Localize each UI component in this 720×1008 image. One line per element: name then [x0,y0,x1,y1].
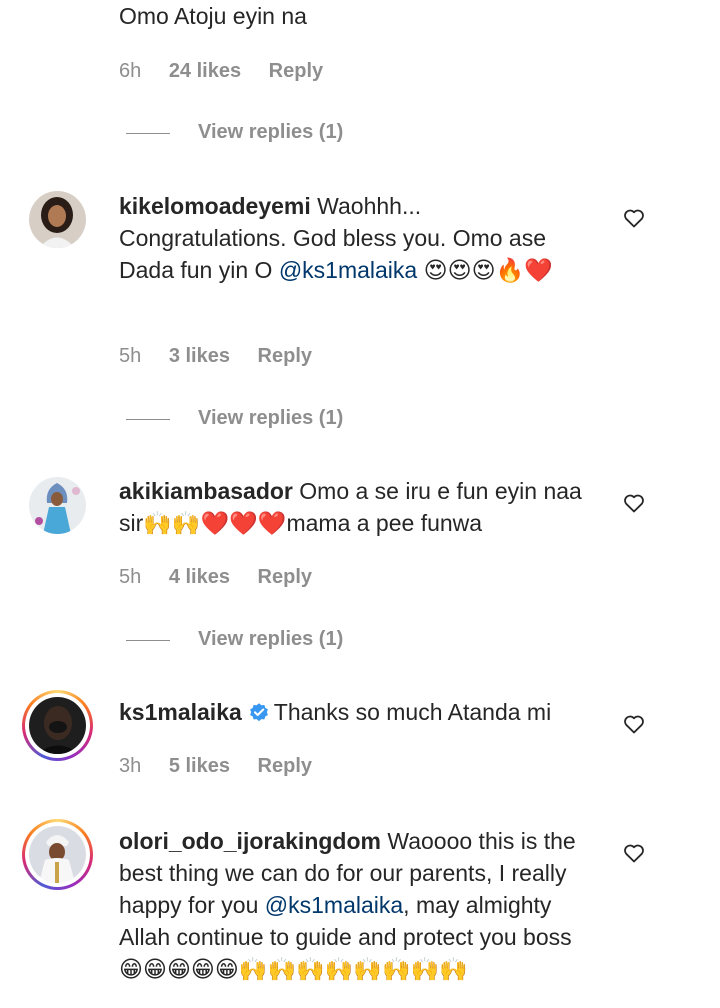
likes-count[interactable]: 5 likes [169,755,230,777]
view-replies-button[interactable]: View replies (1) [198,121,343,144]
comment-meta: 5h 3 likes Reply [119,345,312,368]
comment-mention[interactable]: @ks1malaika [279,257,417,283]
comment-emojis: 😍😍😍🔥❤️ [423,257,553,283]
comment-time: 5h [119,566,142,588]
heart-outline-icon[interactable] [622,841,646,865]
likes-count[interactable]: 3 likes [169,345,230,367]
likes-count[interactable]: 4 likes [169,566,230,588]
avatar[interactable] [29,191,86,248]
avatar [29,697,86,754]
comment-body: kikelomoadeyemi Waohhh... Congratulation… [119,190,589,286]
reply-button[interactable]: Reply [269,60,323,82]
reply-button[interactable]: Reply [258,345,312,367]
comment-text: Thanks so much Atanda mi [273,699,552,725]
avatar-image [29,826,86,883]
comment-meta: 3h 5 likes Reply [119,755,312,778]
likes-count[interactable]: 24 likes [169,60,241,82]
comment-body: akikiambasador Omo a se iru e fun eyin n… [119,475,589,539]
avatar-image [29,191,86,248]
comment-meta: 5h 4 likes Reply [119,566,312,589]
view-replies-button[interactable]: View replies (1) [198,628,343,651]
comment-time: 6h [119,60,142,82]
heart-outline-icon[interactable] [622,491,646,515]
heart-outline-icon[interactable] [622,206,646,230]
heart-outline-icon[interactable] [622,712,646,736]
story-ring[interactable] [22,690,93,761]
story-ring[interactable] [22,819,93,890]
view-replies-button[interactable]: View replies (1) [198,407,343,430]
comment-username[interactable]: ks1malaika [119,699,242,725]
view-replies-line [126,419,170,420]
avatar-image [29,697,86,754]
view-replies-line [126,133,170,134]
avatar-image [29,477,86,534]
comment-meta: 6h 24 likes Reply [119,60,323,83]
comment-text: Omo Atoju eyin na [119,3,307,29]
avatar[interactable] [29,477,86,534]
comment-body: ks1malaika Thanks so much Atanda mi [119,696,599,728]
comment-username[interactable]: kikelomoadeyemi [119,193,311,219]
comment-username[interactable]: akikiambasador [119,478,293,504]
view-replies-line [126,640,170,641]
comment-time: 3h [119,755,142,777]
verified-badge-icon [249,703,268,722]
comment-time: 5h [119,345,142,367]
comment-username[interactable]: olori_odo_ijorakingdom [119,828,381,854]
avatar [29,826,86,883]
comment-body: olori_odo_ijorakingdom Waoooo this is th… [119,825,594,985]
reply-button[interactable]: Reply [258,566,312,588]
comment-mention[interactable]: @ks1malaika [265,892,403,918]
reply-button[interactable]: Reply [258,755,312,777]
